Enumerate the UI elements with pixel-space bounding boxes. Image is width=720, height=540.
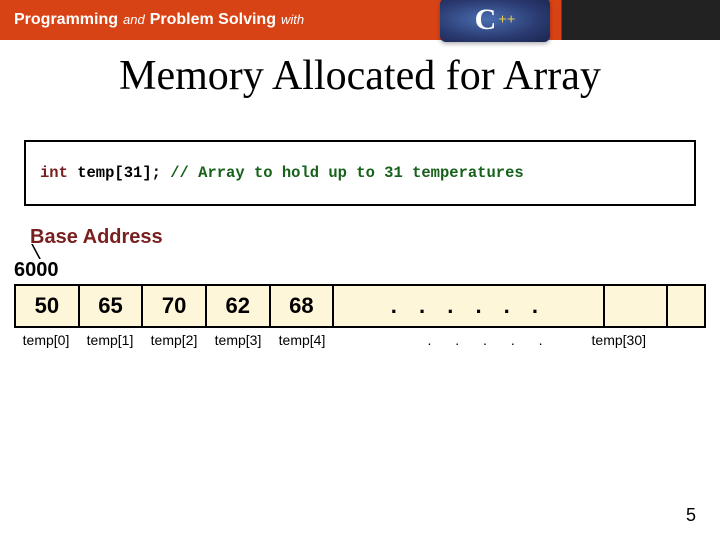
code-declaration-box: int temp[31]; // Array to hold up to 31 … — [24, 140, 696, 206]
array-cell: 65 — [78, 284, 142, 328]
code-decl: temp[31]; — [68, 164, 161, 182]
array-index-label: temp[0] — [14, 332, 78, 348]
array-index-ellipsis: . . . . . — [334, 332, 606, 348]
array-cell: 68 — [269, 284, 333, 328]
book-header-bar: Programming and Problem Solving with C++ — [0, 0, 720, 40]
array-cell-blank — [603, 284, 667, 328]
array-cell-ellipsis: . . . . . . — [332, 284, 602, 328]
cpp-logo-c: C — [475, 3, 497, 37]
array-cells-row: 50 65 70 62 68 . . . . . . — [14, 284, 706, 328]
array-cell: 50 — [14, 284, 78, 328]
header-word-with: with — [281, 12, 304, 27]
array-cell: 70 — [141, 284, 205, 328]
slide-page-number: 5 — [686, 505, 696, 526]
cpp-logo-badge: C++ — [440, 0, 550, 42]
array-cell: 62 — [205, 284, 269, 328]
array-index-label: temp[2] — [142, 332, 206, 348]
array-index-label-last: temp[30] — [582, 332, 646, 348]
header-word-and: and — [123, 12, 145, 27]
header-word-problem-solving: Problem Solving — [150, 11, 276, 29]
book-title-text: Programming and Problem Solving with — [14, 11, 304, 29]
header-word-programming: Programming — [14, 11, 118, 29]
array-labels-row: temp[0] temp[1] temp[2] temp[3] temp[4] … — [14, 332, 706, 348]
cpp-logo-pp: ++ — [498, 12, 515, 29]
array-index-label: temp[1] — [78, 332, 142, 348]
base-address-label: Base Address — [30, 226, 720, 249]
array-index-label: temp[3] — [206, 332, 270, 348]
page-title: Memory Allocated for Array — [0, 52, 720, 100]
code-keyword: int — [40, 164, 68, 182]
array-index-label: temp[4] — [270, 332, 334, 348]
code-comment: // Array to hold up to 31 temperatures — [170, 164, 523, 182]
base-address-value: 6000 — [14, 259, 720, 282]
array-cell-last — [666, 284, 706, 328]
